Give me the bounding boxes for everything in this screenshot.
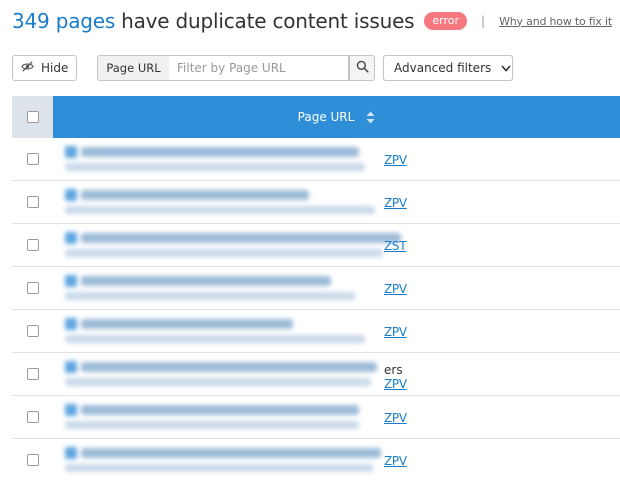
row-checkbox-cell bbox=[12, 267, 53, 309]
row-checkbox-cell bbox=[12, 138, 53, 180]
favicon-icon bbox=[65, 275, 77, 287]
row-checkbox-cell bbox=[12, 396, 53, 438]
row-checkbox[interactable] bbox=[26, 153, 39, 165]
page-url-cell: ZPV bbox=[53, 310, 620, 352]
sort-icon[interactable] bbox=[366, 111, 375, 124]
row-checkbox-cell bbox=[12, 224, 53, 266]
page-url-column-label: Page URL bbox=[297, 110, 355, 124]
page-url-cell: ZPV bbox=[53, 138, 620, 180]
error-badge: error bbox=[424, 12, 468, 30]
page-url-link[interactable]: ZPV bbox=[384, 196, 407, 210]
row-checkbox[interactable] bbox=[26, 411, 39, 423]
blurred-page-url[interactable] bbox=[65, 230, 401, 261]
advanced-filters-button[interactable]: Advanced filters bbox=[383, 55, 513, 81]
page-url-link[interactable]: ZPV bbox=[384, 153, 407, 167]
blurred-page-title bbox=[81, 319, 293, 329]
page-header: 349 pages have duplicate content issues … bbox=[12, 6, 612, 36]
row-checkbox[interactable] bbox=[26, 282, 39, 294]
page-url-cell: ZPV bbox=[53, 439, 620, 481]
blurred-page-title bbox=[81, 362, 377, 372]
header-separator: | bbox=[481, 14, 486, 28]
blurred-page-title bbox=[81, 276, 331, 286]
page-url-cell: ZPV bbox=[53, 267, 620, 309]
blurred-url-text bbox=[65, 335, 365, 343]
blurred-url-text bbox=[65, 206, 375, 214]
blurred-page-title bbox=[81, 147, 359, 157]
favicon-icon bbox=[65, 361, 77, 373]
page-url-cell: ZST bbox=[53, 224, 620, 266]
search-button[interactable] bbox=[349, 55, 375, 81]
advanced-filters-label: Advanced filters bbox=[394, 61, 492, 75]
page-url-link[interactable]: ZPV bbox=[384, 454, 407, 468]
select-all-checkbox[interactable] bbox=[26, 111, 39, 123]
favicon-icon bbox=[65, 232, 77, 244]
blurred-page-url[interactable] bbox=[65, 187, 387, 218]
page-url-cell: ZPV bbox=[53, 396, 620, 438]
table-row: ZPV bbox=[12, 439, 620, 481]
table-row: ZPV bbox=[12, 267, 620, 310]
blurred-page-title bbox=[81, 405, 359, 415]
blurred-url-text bbox=[65, 464, 373, 472]
blurred-url-text bbox=[65, 292, 355, 300]
page-url-filter-label: Page URL bbox=[106, 61, 161, 75]
hide-button[interactable]: Hide bbox=[12, 55, 77, 81]
table-row: ers ZPV bbox=[12, 353, 620, 396]
table-row: ZPV bbox=[12, 181, 620, 224]
page-url-link[interactable]: ZPV bbox=[384, 282, 407, 296]
chevron-down-icon bbox=[501, 61, 511, 75]
blurred-page-title bbox=[81, 233, 401, 243]
search-icon bbox=[356, 60, 369, 76]
page-url-filter-selector[interactable]: Page URL bbox=[97, 55, 170, 81]
favicon-icon bbox=[65, 189, 77, 201]
favicon-icon bbox=[65, 404, 77, 416]
blurred-url-text bbox=[65, 378, 371, 386]
row-checkbox-cell bbox=[12, 181, 53, 223]
blurred-page-url[interactable] bbox=[65, 273, 387, 304]
blurred-url-text bbox=[65, 163, 365, 171]
pages-count: 349 pages bbox=[12, 9, 116, 33]
table-header: Page URL bbox=[12, 96, 620, 138]
table-body: ZPV ZPV ZST ZPV ZPV ers ZPV ZPV ZPV bbox=[12, 138, 620, 481]
select-all-cell bbox=[12, 96, 53, 138]
table-row: ZPV bbox=[12, 396, 620, 439]
favicon-icon bbox=[65, 318, 77, 330]
row-checkbox-cell bbox=[12, 353, 53, 395]
row-checkbox[interactable] bbox=[26, 325, 39, 337]
row-checkbox[interactable] bbox=[26, 196, 39, 208]
row-checkbox[interactable] bbox=[26, 368, 39, 380]
pages-table: Page URL ZPV ZPV ZST ZPV ZPV ers ZPV ZPV ZPV bbox=[12, 96, 620, 481]
blurred-url-text bbox=[65, 421, 359, 429]
favicon-icon bbox=[65, 146, 77, 158]
page-url-link[interactable]: ZPV bbox=[384, 411, 407, 425]
page-url-filter-input[interactable] bbox=[169, 55, 349, 81]
blurred-page-title bbox=[81, 448, 381, 458]
page-title: have duplicate content issues bbox=[121, 9, 415, 33]
table-row: ZPV bbox=[12, 138, 620, 181]
page-url-column-header[interactable]: Page URL bbox=[53, 96, 620, 138]
table-row: ZPV bbox=[12, 310, 620, 353]
page-url-link[interactable]: ZPV bbox=[384, 377, 407, 391]
table-row: ZST bbox=[12, 224, 620, 267]
row-checkbox-cell bbox=[12, 310, 53, 352]
blurred-page-title bbox=[81, 190, 309, 200]
blurred-page-url[interactable] bbox=[65, 359, 387, 390]
row-checkbox[interactable] bbox=[26, 239, 39, 251]
eye-slash-icon bbox=[21, 60, 34, 76]
page-url-link[interactable]: ZST bbox=[384, 239, 407, 253]
hide-button-label: Hide bbox=[41, 61, 69, 75]
blurred-page-url[interactable] bbox=[65, 445, 387, 476]
page-url-link[interactable]: ZPV bbox=[384, 325, 407, 339]
blurred-page-url[interactable] bbox=[65, 316, 387, 347]
row-checkbox[interactable] bbox=[26, 454, 39, 466]
blurred-page-url[interactable] bbox=[65, 402, 387, 433]
row-extra-text: ers bbox=[384, 363, 403, 377]
why-and-how-to-fix-link[interactable]: Why and how to fix it bbox=[499, 15, 612, 28]
toolbar: Hide Page URL Advanced filters bbox=[12, 55, 608, 81]
row-checkbox-cell bbox=[12, 439, 53, 481]
favicon-icon bbox=[65, 447, 77, 459]
blurred-page-url[interactable] bbox=[65, 144, 387, 175]
page-url-cell: ZPV bbox=[53, 181, 620, 223]
page-url-cell: ers ZPV bbox=[53, 353, 620, 395]
blurred-url-text bbox=[65, 249, 383, 257]
